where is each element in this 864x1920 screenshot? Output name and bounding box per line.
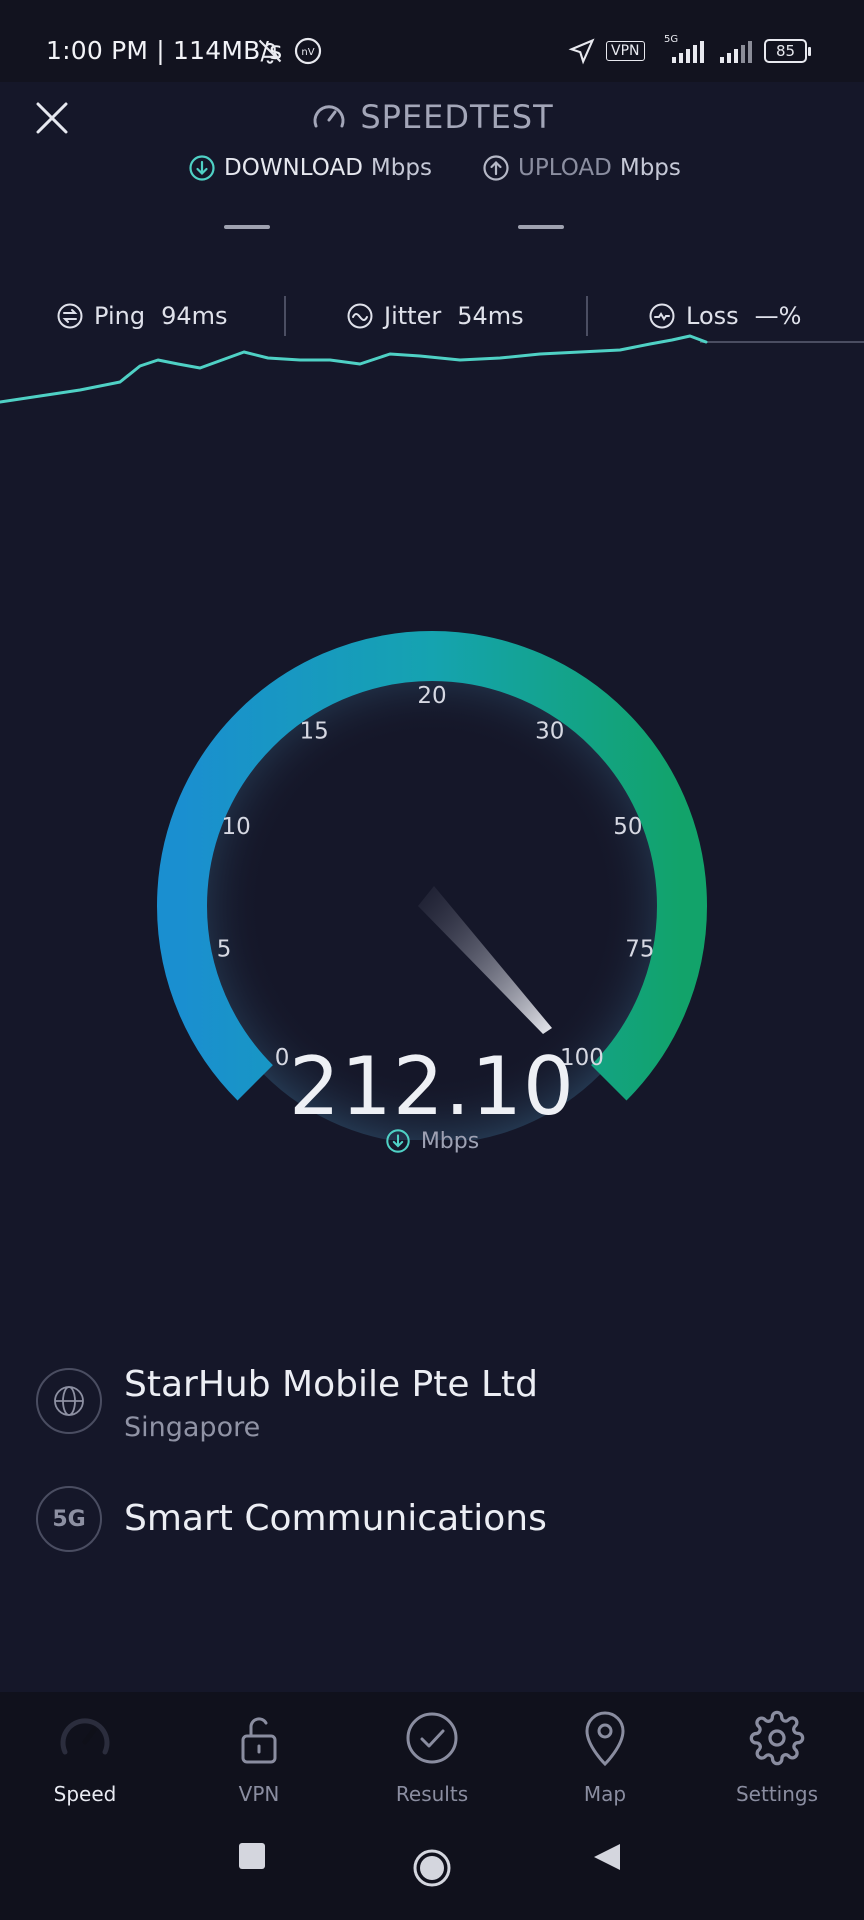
speed-unit: Mbps (420, 1128, 480, 1154)
loss-icon (649, 303, 675, 329)
download-value-placeholder (224, 225, 270, 229)
home-button[interactable] (412, 1848, 452, 1892)
carrier-5g-badge: 5G (36, 1486, 102, 1552)
ping-value: 94ms (161, 302, 228, 330)
gauge-tick-label: 75 (625, 936, 654, 962)
status-time: 1:00 PM | 114MB/s (46, 36, 283, 65)
nav-label: VPN (238, 1782, 280, 1806)
battery-icon: 85 (764, 36, 812, 66)
nav-label: Map (583, 1782, 627, 1806)
nav-vpn[interactable]: VPN (194, 1708, 324, 1806)
app-title-bar: SPEEDTEST (0, 98, 864, 136)
speedometer-icon (313, 105, 345, 128)
check-circle-icon (404, 1708, 460, 1768)
globe-icon (54, 1386, 84, 1416)
jitter-value: 54ms (457, 302, 524, 330)
gauge-tick-label: 5 (217, 936, 232, 962)
download-unit: Mbps (370, 155, 432, 181)
vpn-badge: VPN (606, 36, 645, 66)
download-header: DOWNLOAD Mbps (188, 154, 432, 182)
loss-value: —% (754, 302, 802, 330)
speed-line (0, 334, 708, 404)
live-speed-graph (0, 334, 864, 404)
upload-header: UPLOAD Mbps (482, 154, 681, 182)
nav-label: Results (395, 1782, 469, 1806)
jitter-stat: Jitter 54ms (346, 302, 524, 330)
square-icon (239, 1843, 265, 1869)
carrier-name: Smart Communications (124, 1498, 547, 1539)
speedometer-icon (57, 1708, 113, 1768)
nav-results[interactable]: Results (367, 1708, 497, 1806)
back-button[interactable] (592, 1842, 622, 1876)
svg-text:nV: nV (301, 47, 314, 58)
map-pin-icon (582, 1708, 628, 1768)
badge-5g-label: 5G (52, 1506, 86, 1532)
jitter-icon (347, 303, 373, 329)
gauge-tick-label: 20 (417, 683, 446, 709)
gauge-tick-label: 15 (300, 719, 329, 745)
upload-unit: Mbps (619, 155, 681, 181)
speed-value: 212.10 (289, 1040, 575, 1133)
home-circle-icon (413, 1849, 451, 1887)
bell-off-icon (256, 36, 284, 66)
isp-name: StarHub Mobile Pte Ltd (124, 1364, 538, 1405)
nav-speed[interactable]: Speed (20, 1708, 150, 1806)
ping-stat: Ping 94ms (56, 302, 227, 330)
signal-icon (718, 36, 754, 66)
unlock-icon (235, 1708, 283, 1768)
upload-value-placeholder (518, 225, 564, 229)
location-arrow-icon (568, 36, 596, 66)
app-title: SPEEDTEST (360, 98, 554, 136)
gear-icon (749, 1708, 805, 1768)
arrow-down-circle-icon (189, 155, 215, 181)
nav-settings[interactable]: Settings (712, 1708, 842, 1806)
nv-app-icon: nV (294, 36, 322, 66)
upload-label: UPLOAD (518, 155, 612, 181)
nav-label: Settings (735, 1782, 819, 1806)
loss-label: Loss (686, 302, 739, 330)
ping-icon (57, 303, 83, 329)
arrow-up-circle-icon (483, 155, 509, 181)
arrow-down-circle-icon (386, 1129, 410, 1153)
signal-5g-icon: 5G (662, 34, 708, 66)
gauge-tick-label: 50 (613, 814, 642, 840)
nav-label: Speed (53, 1782, 117, 1806)
ping-label: Ping (94, 302, 146, 330)
loss-stat: Loss —% (648, 302, 801, 330)
nav-map[interactable]: Map (540, 1708, 670, 1806)
isp-location: Singapore (124, 1412, 261, 1443)
recents-button[interactable] (238, 1842, 266, 1874)
back-triangle-icon (594, 1844, 620, 1870)
speed-unit-row: Mbps (0, 1128, 864, 1154)
isp-globe-badge (36, 1368, 102, 1434)
jitter-label: Jitter (384, 302, 442, 330)
download-label: DOWNLOAD (224, 155, 363, 181)
gauge-tick-label: 30 (535, 719, 564, 745)
gauge-tick-label: 10 (221, 814, 250, 840)
